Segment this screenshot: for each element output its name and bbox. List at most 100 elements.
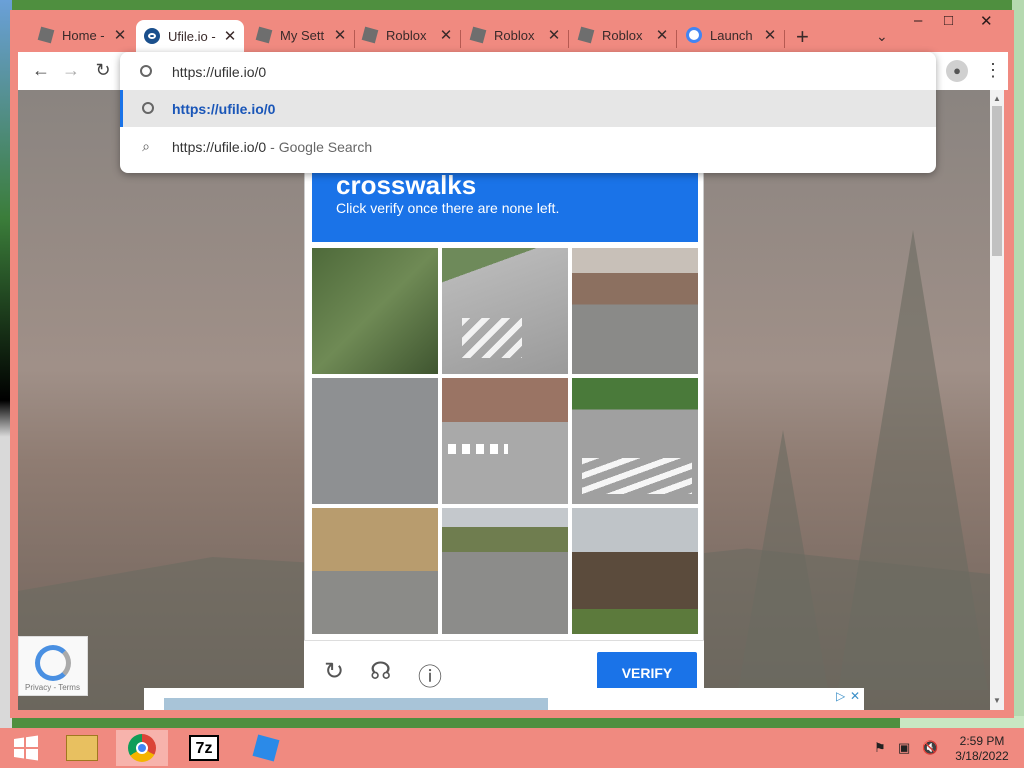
roblox-icon: [255, 26, 273, 44]
tab-search-chevron-icon[interactable]: ⌄: [876, 28, 888, 45]
captcha-tile[interactable]: [312, 378, 438, 504]
close-tab-icon[interactable]: ✕: [438, 26, 454, 44]
adchoices-icon[interactable]: ▷: [836, 689, 845, 703]
roblox-icon: [577, 26, 595, 44]
vertical-scrollbar[interactable]: ▲ ▼: [990, 90, 1004, 710]
close-tab-icon[interactable]: ✕: [546, 26, 562, 44]
forward-arrow-icon[interactable]: →: [60, 60, 82, 81]
chrome-icon[interactable]: [116, 730, 168, 766]
tab-roblox-1[interactable]: Roblox ✕: [354, 22, 460, 48]
tab-my-settings[interactable]: My Sett ✕: [248, 22, 354, 48]
roblox-studio-icon[interactable]: [240, 730, 292, 766]
captcha-tile[interactable]: [442, 248, 568, 374]
tab-separator: [460, 30, 461, 48]
clock[interactable]: 2:59 PM 3/18/2022: [952, 734, 1012, 764]
tab-roblox-3[interactable]: Roblox ✕: [570, 22, 676, 48]
close-tab-icon[interactable]: ✕: [762, 26, 778, 44]
tab-separator: [676, 30, 677, 48]
recaptcha-logo-icon: [35, 645, 71, 681]
minimize-button[interactable]: –: [914, 12, 922, 29]
google-icon: [686, 27, 702, 43]
recaptcha-badge[interactable]: Privacy - Terms: [18, 636, 88, 696]
tab-ufile[interactable]: Ufile.io - ✕: [136, 20, 244, 52]
ad-image[interactable]: [164, 698, 548, 710]
captcha-image-grid: [312, 248, 698, 634]
tab-launch[interactable]: Launch ✕: [678, 22, 784, 48]
volume-muted-icon[interactable]: 🔇: [922, 740, 938, 756]
suggestion-suffix: - Google Search: [270, 138, 373, 155]
globe-icon: [120, 64, 172, 80]
taskbar: 7z ⚑ ▣ 🔇 2:59 PM 3/18/2022: [0, 728, 1024, 768]
captcha-tile[interactable]: [572, 508, 698, 634]
folder-shape: [66, 735, 98, 761]
tab-roblox-2[interactable]: Roblox ✕: [462, 22, 568, 48]
roblox-icon: [361, 26, 379, 44]
captcha-tile[interactable]: [572, 378, 698, 504]
clock-time: 2:59 PM: [959, 734, 1005, 748]
close-tab-icon[interactable]: ✕: [112, 26, 128, 44]
tab-title: Launch: [710, 27, 753, 43]
close-window-button[interactable]: ✕: [980, 12, 993, 30]
7zip-icon[interactable]: 7z: [178, 730, 230, 766]
roblox-icon: [469, 26, 487, 44]
captcha-tile[interactable]: [442, 378, 568, 504]
start-button[interactable]: [0, 730, 52, 766]
tab-strip: Home - ✕ Ufile.io - ✕ My Sett ✕ Roblox ✕…: [10, 10, 1014, 52]
tab-title: Roblox: [494, 27, 535, 43]
captcha-title: crosswalks: [336, 170, 477, 200]
reload-challenge-icon[interactable]: ↻: [324, 657, 344, 686]
tab-separator: [784, 30, 785, 48]
close-tab-icon[interactable]: ✕: [332, 26, 348, 44]
crosswalk-stripes: [448, 444, 508, 454]
tab-title: Roblox: [602, 27, 643, 43]
address-bar[interactable]: https://ufile.io/0: [120, 53, 936, 90]
globe-icon: [123, 101, 172, 117]
profile-avatar-icon[interactable]: ●: [946, 60, 968, 82]
file-explorer-icon[interactable]: [56, 730, 108, 766]
close-tab-icon[interactable]: ✕: [222, 27, 238, 45]
omnibox-suggestion-search[interactable]: ⌕ https://ufile.io/0 - Google Search: [120, 128, 936, 165]
captcha-instruction: Click verify once there are none left.: [336, 200, 560, 216]
new-tab-button[interactable]: +: [796, 24, 809, 50]
captcha-tile[interactable]: [312, 248, 438, 374]
action-center-flag-icon[interactable]: ⚑: [874, 740, 886, 756]
roblox-studio-logo: [252, 734, 280, 762]
ad-banner[interactable]: ▷ ✕: [144, 688, 864, 710]
scroll-down-icon[interactable]: ▼: [993, 696, 1001, 705]
audio-challenge-headphones-icon[interactable]: ☊: [370, 657, 391, 686]
ufile-icon: [144, 28, 160, 44]
maximize-button[interactable]: □: [944, 12, 953, 29]
tab-title: Roblox: [386, 27, 427, 43]
suggestion-text: https://ufile.io/0: [172, 100, 276, 117]
roblox-icon: [37, 26, 55, 44]
omnibox-suggestion-url[interactable]: https://ufile.io/0: [120, 90, 936, 127]
omnibox-dropdown: https://ufile.io/0 https://ufile.io/0 ⌕ …: [120, 52, 936, 173]
scroll-thumb[interactable]: [992, 106, 1002, 256]
info-icon[interactable]: ⓘ: [418, 657, 442, 692]
tab-title: My Sett: [280, 27, 325, 43]
captcha-tile[interactable]: [572, 248, 698, 374]
windows-logo-icon: [14, 735, 38, 761]
close-tab-icon[interactable]: ✕: [654, 26, 670, 44]
crosswalk-stripes: [582, 458, 692, 494]
ad-close-icon[interactable]: ✕: [850, 689, 860, 703]
captcha-tile[interactable]: [442, 508, 568, 634]
address-input[interactable]: https://ufile.io/0: [172, 64, 266, 80]
back-arrow-icon[interactable]: ←: [30, 60, 52, 81]
tab-home[interactable]: Home - ✕: [30, 22, 134, 48]
captcha-tile[interactable]: [312, 508, 438, 634]
scroll-up-icon[interactable]: ▲: [993, 94, 1001, 103]
clock-date: 3/18/2022: [955, 749, 1009, 763]
search-icon: ⌕: [142, 138, 150, 154]
chrome-logo-center: [136, 742, 148, 754]
reload-icon[interactable]: ↻: [92, 60, 114, 81]
tab-separator: [568, 30, 569, 48]
tab-title: Ufile.io -: [168, 28, 216, 44]
recaptcha-privacy-terms[interactable]: Privacy - Terms: [25, 683, 80, 692]
suggestion-text: https://ufile.io/0: [172, 138, 267, 155]
network-icon[interactable]: ▣: [898, 740, 910, 756]
tab-title: Home -: [62, 27, 105, 43]
menu-dots-icon[interactable]: ⋮: [984, 60, 1002, 81]
chrome-logo: [128, 734, 156, 762]
7zip-logo: 7z: [189, 735, 219, 761]
